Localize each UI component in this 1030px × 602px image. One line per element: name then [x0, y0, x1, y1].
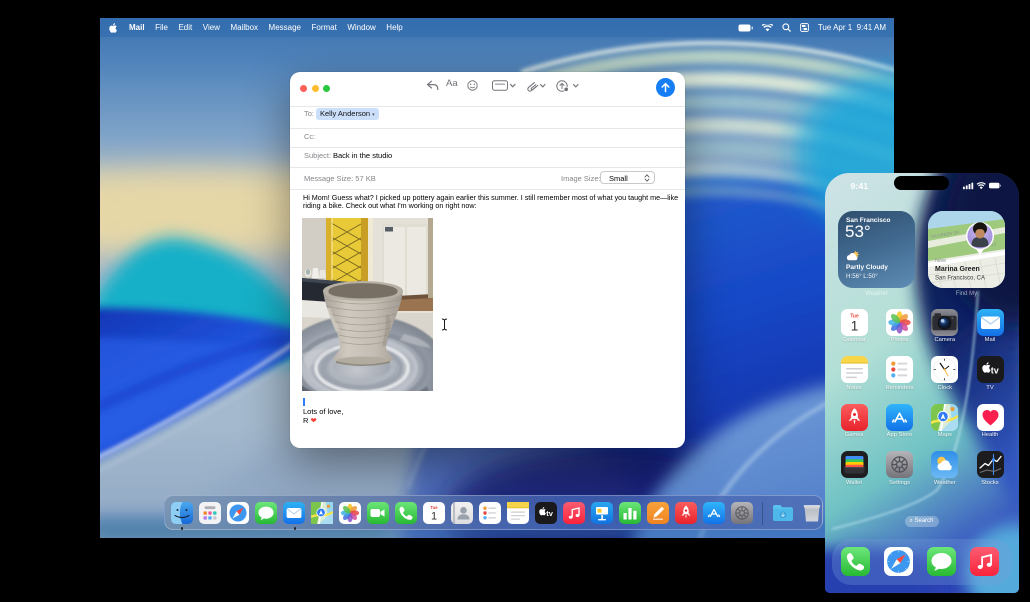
svg-text:1: 1 — [431, 511, 437, 523]
svg-text:1: 1 — [850, 318, 858, 333]
svg-text:Tue: Tue — [430, 505, 438, 510]
svg-text:San Francisco, CA: San Francisco, CA — [935, 276, 985, 282]
svg-text:tv: tv — [546, 509, 553, 518]
svg-text:Now: Now — [935, 258, 946, 264]
svg-text:Marina Green: Marina Green — [935, 266, 980, 273]
svg-text:tv: tv — [990, 365, 998, 375]
